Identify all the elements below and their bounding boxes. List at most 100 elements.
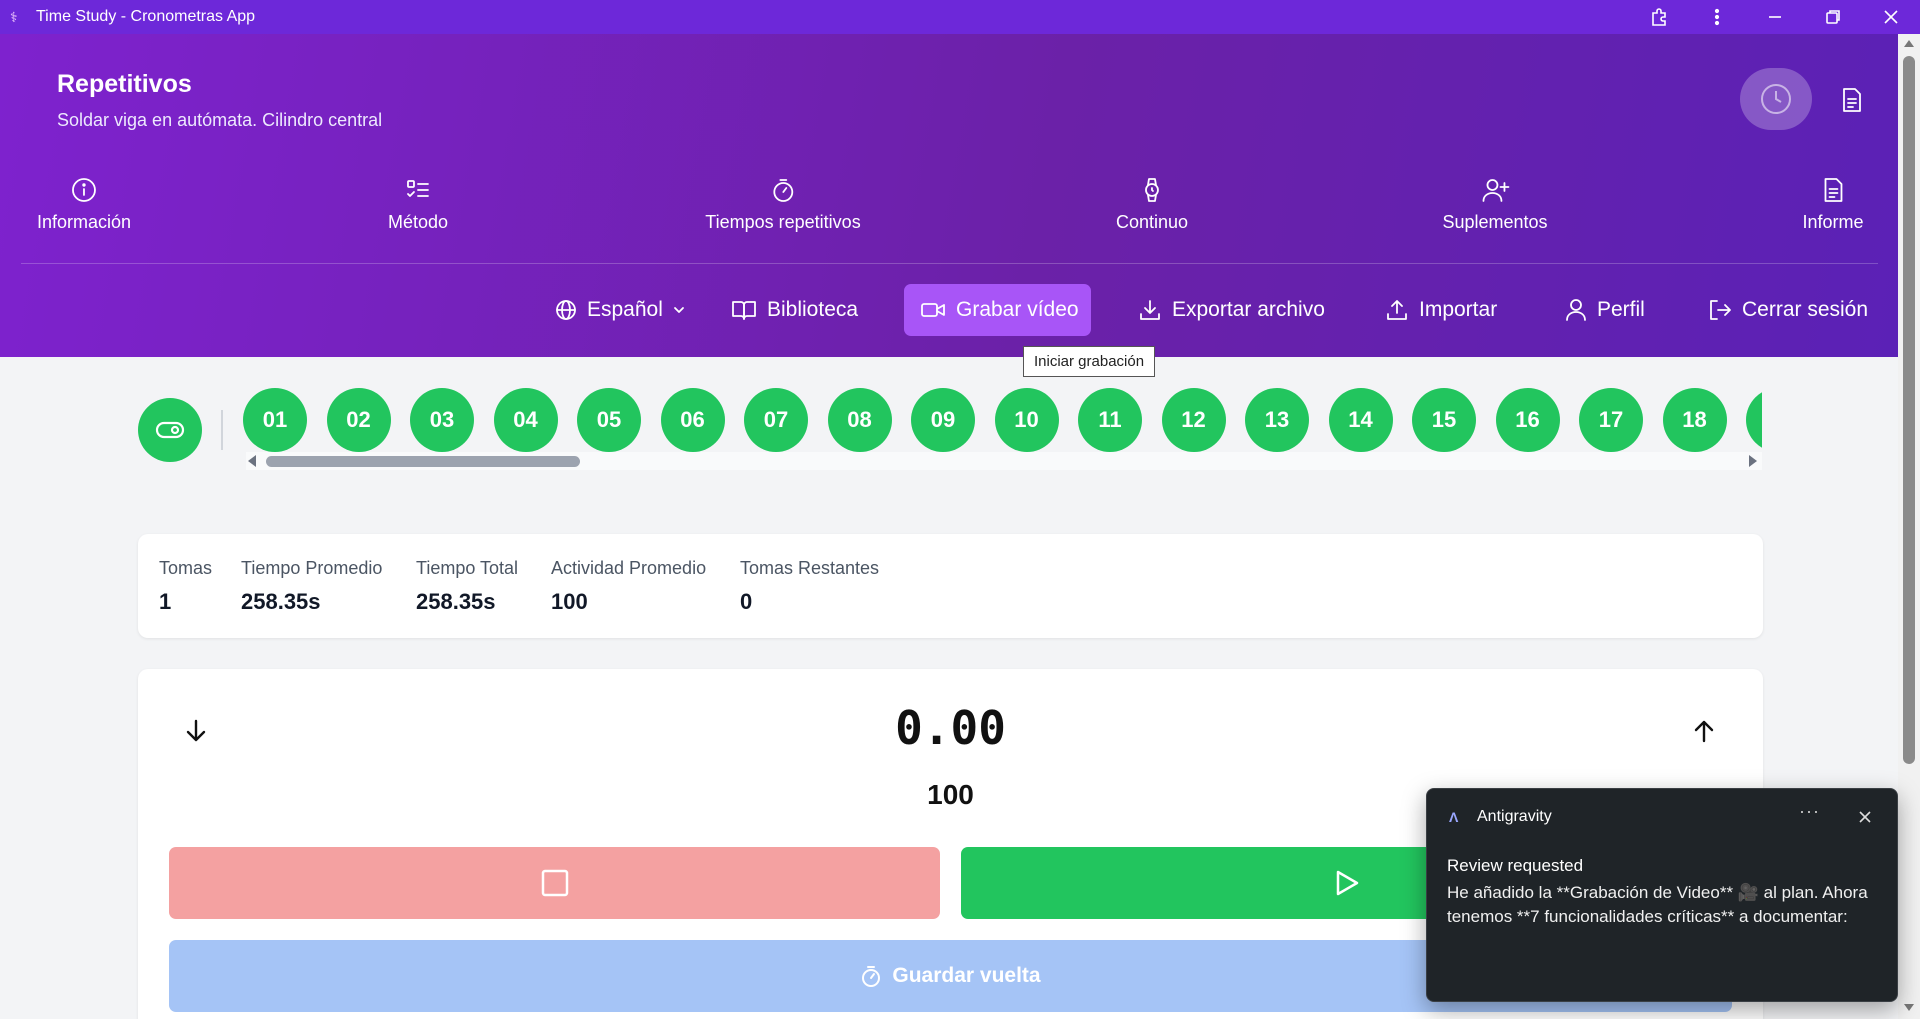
- watch-icon: [1139, 174, 1165, 206]
- app-header: Repetitivos Soldar viga en autómata. Cil…: [0, 34, 1898, 357]
- scroll-right-icon[interactable]: [1749, 455, 1757, 467]
- stat-label: Tomas Restantes: [740, 558, 880, 578]
- history-button[interactable]: [1740, 68, 1812, 130]
- logout-label: Cerrar sesión: [1742, 298, 1869, 321]
- record-tooltip: Iniciar grabación: [1023, 346, 1156, 377]
- import-button[interactable]: Importar: [1385, 284, 1497, 336]
- page-scrollbar[interactable]: [1898, 34, 1920, 1019]
- profile-label: Perfil: [1597, 298, 1645, 321]
- nav-label: Método: [387, 212, 449, 232]
- book-icon: [731, 299, 757, 321]
- nav-label: Tiempos repetitivos: [705, 212, 861, 232]
- take-button[interactable]: 17: [1579, 388, 1643, 452]
- take-button[interactable]: 06: [660, 388, 725, 452]
- nav-informe[interactable]: Informe: [1802, 174, 1864, 233]
- more-options-icon[interactable]: [1688, 0, 1746, 34]
- increase-activity-button[interactable]: [1686, 713, 1722, 749]
- nav-tiempos-repetitivos[interactable]: Tiempos repetitivos: [705, 174, 861, 233]
- language-select[interactable]: Español: [555, 284, 685, 336]
- logout-icon: [1708, 298, 1732, 322]
- notification-app-name: Antigravity: [1477, 808, 1552, 825]
- more-options-icon[interactable]: ···: [1799, 801, 1820, 822]
- export-label: Exportar archivo: [1172, 298, 1325, 321]
- take-button[interactable]: 05: [577, 388, 641, 452]
- stat-remaining: Tomas Restantes 0: [740, 558, 879, 615]
- stopwatch-icon: [770, 174, 796, 206]
- notification-toast[interactable]: Λ Antigravity ··· Review requested He añ…: [1426, 788, 1898, 1002]
- stats-card: Tomas 1 Tiempo Promedio 258.35s Tiempo T…: [138, 534, 1763, 638]
- take-button[interactable]: 04: [493, 388, 558, 452]
- stat-value: 258.35s: [241, 589, 321, 614]
- stat-value: 258.35s: [416, 589, 496, 614]
- logout-button[interactable]: Cerrar sesión: [1708, 284, 1868, 336]
- page-title: Repetitivos: [57, 70, 192, 98]
- nav-label: Suplementos: [1442, 212, 1548, 232]
- document-icon: [1821, 174, 1845, 206]
- stat-value: 100: [551, 589, 588, 614]
- toolbar: Español Biblioteca Grabar vídeo Exportar…: [0, 284, 1898, 336]
- page-subtitle: Soldar viga en autómata. Cilindro centra…: [57, 110, 383, 130]
- stat-label: Tiempo Promedio: [241, 558, 383, 578]
- arrow-up-icon: [1694, 720, 1714, 743]
- stat-value: 0: [740, 589, 753, 614]
- profile-button[interactable]: Perfil: [1565, 284, 1645, 336]
- nav-continuo[interactable]: Continuo: [1116, 174, 1188, 233]
- stat-label: Tomas: [159, 558, 213, 578]
- take-button[interactable]: 03: [410, 388, 474, 452]
- take-button[interactable]: 18: [1662, 388, 1727, 452]
- extensions-icon[interactable]: [1630, 0, 1688, 34]
- record-label: Grabar vídeo: [956, 298, 1079, 321]
- stop-button[interactable]: [169, 847, 940, 919]
- user-icon: [1565, 298, 1587, 322]
- take-button[interactable]: 10: [994, 388, 1059, 452]
- nav-informacion[interactable]: Información: [37, 174, 131, 233]
- takes-scrollbar-thumb[interactable]: [266, 456, 580, 467]
- nav-metodo[interactable]: Método: [388, 174, 448, 233]
- take-button[interactable]: 07: [744, 388, 808, 452]
- library-label: Biblioteca: [767, 298, 859, 321]
- title-bar: ⚕ Time Study - Cronometras App: [0, 0, 1920, 34]
- timer-display: 0.00: [895, 701, 1006, 755]
- stat-takes: Tomas 1: [159, 558, 212, 615]
- take-button[interactable]: 15: [1412, 388, 1476, 452]
- window-title: Time Study - Cronometras App: [36, 8, 256, 25]
- checklist-icon: [405, 174, 431, 206]
- import-label: Importar: [1419, 298, 1498, 321]
- scroll-down-icon[interactable]: [1904, 1004, 1914, 1011]
- restore-button[interactable]: [1804, 0, 1862, 34]
- language-label: Español: [587, 298, 663, 321]
- take-button[interactable]: 13: [1245, 388, 1309, 452]
- take-button[interactable]: 16: [1495, 388, 1560, 452]
- library-button[interactable]: Biblioteca: [731, 284, 858, 336]
- record-video-button[interactable]: Grabar vídeo: [904, 284, 1091, 336]
- page-scrollbar-thumb[interactable]: [1903, 56, 1915, 764]
- take-button[interactable]: 14: [1328, 388, 1393, 452]
- take-button[interactable]: 12: [1161, 388, 1226, 452]
- close-button[interactable]: [1862, 0, 1920, 34]
- nav-suplementos[interactable]: Suplementos: [1442, 174, 1548, 233]
- take-button[interactable]: 19: [1746, 388, 1762, 452]
- stat-avg-time: Tiempo Promedio 258.35s: [241, 558, 382, 615]
- notes-button[interactable]: [1836, 84, 1868, 116]
- scroll-left-icon[interactable]: [248, 455, 256, 467]
- clock-icon: [1761, 84, 1791, 114]
- minimize-button[interactable]: [1746, 0, 1804, 34]
- close-icon[interactable]: [1855, 807, 1875, 827]
- notification-body: He añadido la **Grabación de Video** 🎥 a…: [1447, 883, 1868, 926]
- scroll-up-icon[interactable]: [1904, 40, 1914, 47]
- export-button[interactable]: Exportar archivo: [1138, 284, 1325, 336]
- save-lap-label: Guardar vuelta: [892, 964, 1041, 987]
- chevron-down-icon: [673, 304, 685, 316]
- take-button[interactable]: 09: [911, 388, 975, 452]
- toggle-button[interactable]: [138, 398, 202, 462]
- take-button[interactable]: 01: [243, 388, 307, 452]
- stopwatch-icon: [862, 966, 881, 987]
- document-icon: [1843, 88, 1861, 112]
- nav-label: Información: [36, 212, 132, 232]
- take-button[interactable]: 08: [827, 388, 892, 452]
- divider: [221, 410, 223, 450]
- stat-total-time: Tiempo Total 258.35s: [416, 558, 518, 615]
- take-button[interactable]: 02: [326, 388, 391, 452]
- take-button[interactable]: 11: [1078, 388, 1142, 452]
- upload-icon: [1385, 298, 1409, 322]
